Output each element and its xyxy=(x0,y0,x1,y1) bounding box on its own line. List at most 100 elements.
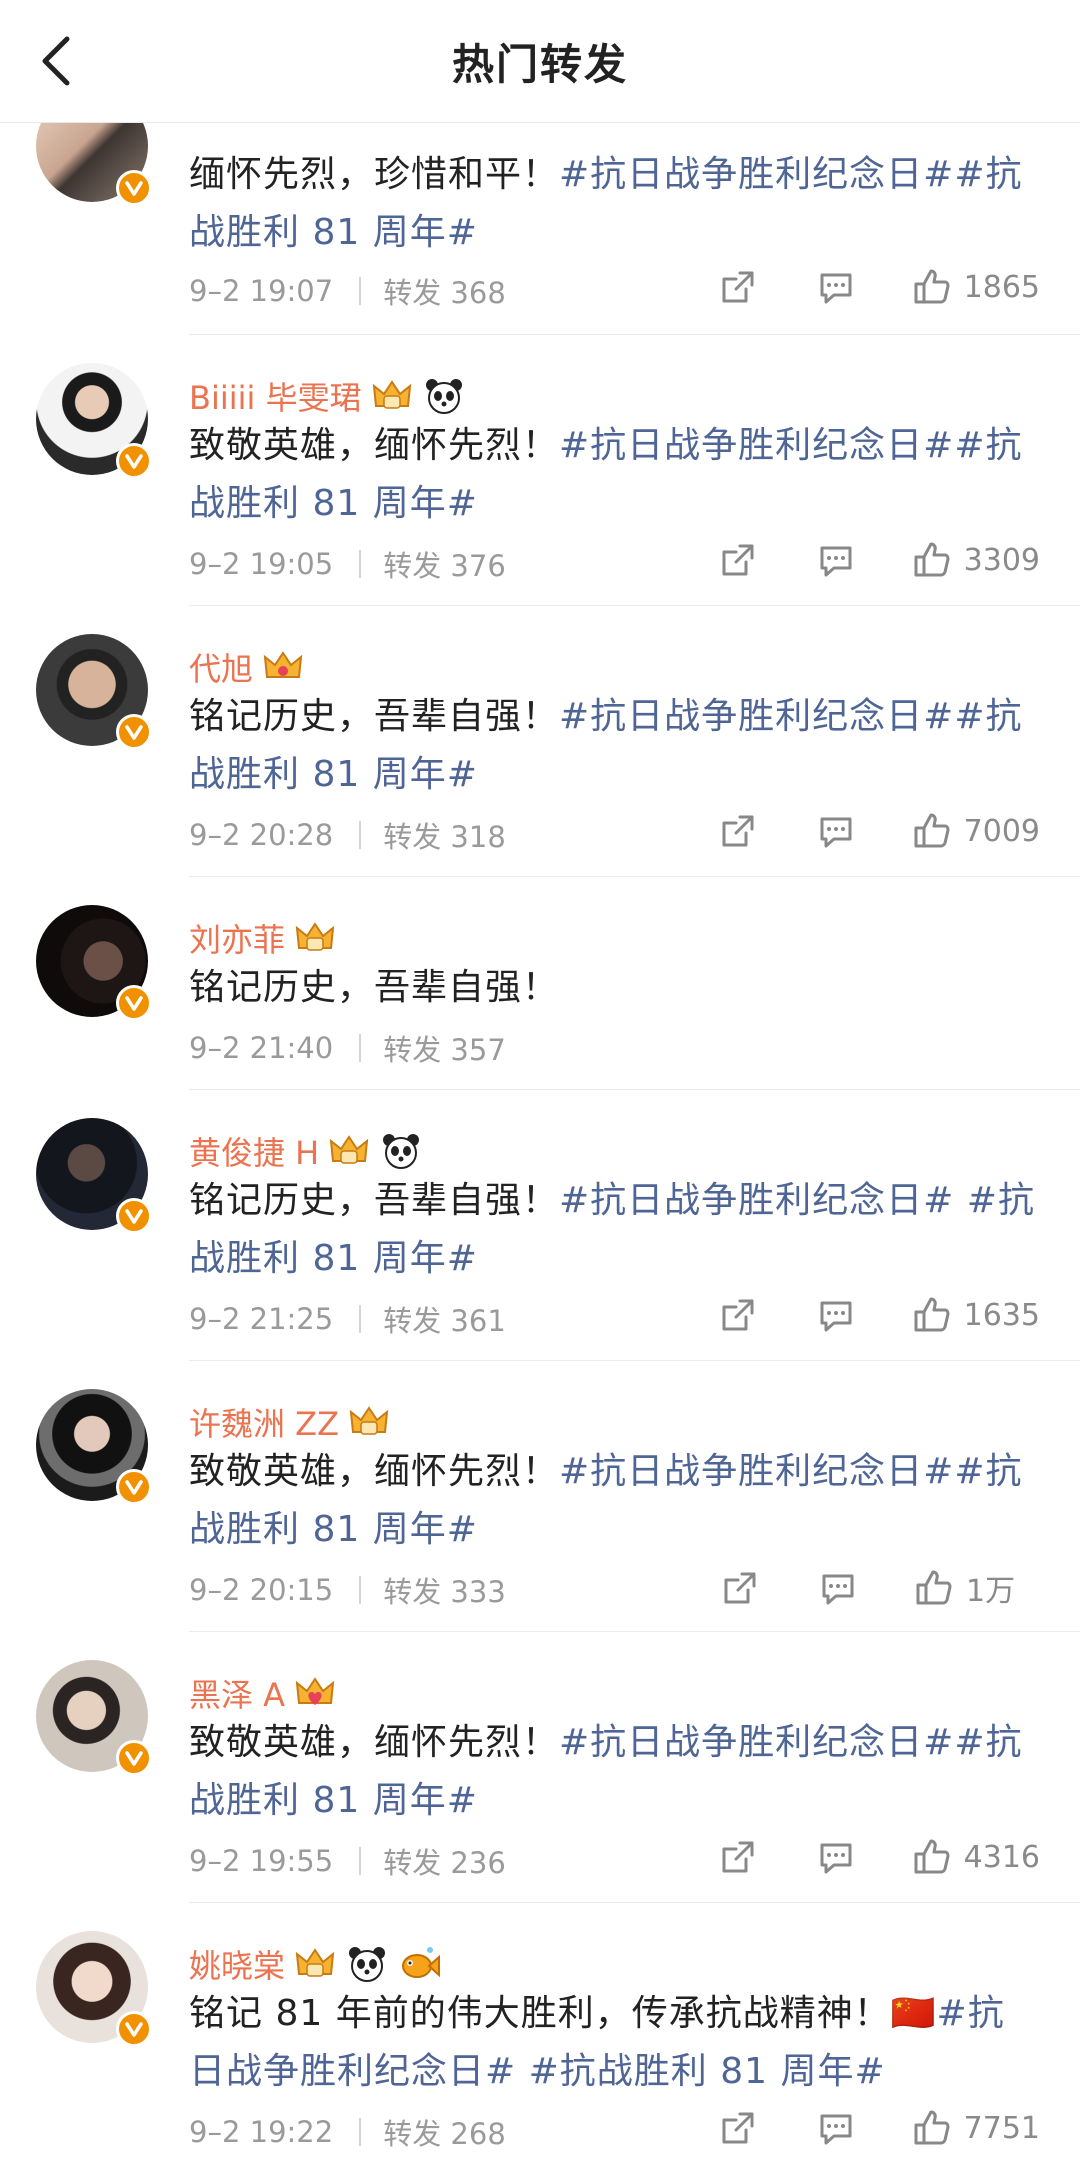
share-button[interactable] xyxy=(718,540,758,580)
comment-button[interactable] xyxy=(816,811,856,851)
post-text: 致敬英雄，缅怀先烈！#抗日战争胜利纪念日##抗战胜利 81 周年# xyxy=(189,425,1023,524)
post-text: 致敬英雄，缅怀先烈！#抗日战争胜利纪念日##抗战胜利 81 周年# xyxy=(189,1451,1023,1550)
like-count: 7751 xyxy=(963,2110,1040,2146)
avatar[interactable] xyxy=(36,1660,152,1776)
post-time: 9–2 19:05 xyxy=(189,547,334,581)
post-time: 9–2 19:07 xyxy=(189,274,334,308)
share-icon xyxy=(722,544,754,576)
list-item: 代旭 铭记历史，吾辈自强！#抗日战争胜利纪念日##抗战胜利 81 周年# 9–2… xyxy=(0,606,1080,877)
post-actions: 3309 xyxy=(718,540,1040,580)
panda-badge-icon xyxy=(383,1134,420,1169)
post-meta: 9–2 19:22 转发 268 xyxy=(189,2111,506,2153)
post-actions: 7751 xyxy=(718,2108,1040,2148)
post-meta: 9–2 21:40 转发 357 xyxy=(189,1027,506,1069)
like-count: 1635 xyxy=(963,1297,1040,1333)
verified-icon xyxy=(116,1198,152,1234)
user-name[interactable]: 黑泽 A xyxy=(189,1670,337,1716)
post-actions: 4316 xyxy=(718,1837,1040,1877)
post-meta: 9–2 19:07 转发 368 xyxy=(189,270,506,312)
list-item: 刘亦菲 铭记历史，吾辈自强！ 9–2 21:40 转发 357 xyxy=(0,877,1080,1090)
share-icon xyxy=(722,1299,754,1331)
like-button[interactable]: 1635 xyxy=(912,1295,1040,1335)
post-actions: 1635 xyxy=(718,1295,1040,1335)
like-button[interactable]: 7009 xyxy=(912,811,1040,851)
user-name[interactable]: 刘亦菲 xyxy=(189,915,337,961)
meta-divider xyxy=(359,550,362,578)
like-count: 7009 xyxy=(963,813,1040,849)
like-button[interactable]: 4316 xyxy=(912,1837,1040,1877)
crown-badge-icon xyxy=(330,1135,369,1164)
verified-icon xyxy=(116,1740,152,1776)
like-button[interactable]: 3309 xyxy=(912,540,1040,580)
share-button[interactable] xyxy=(718,1837,758,1877)
user-name[interactable]: 代旭 xyxy=(189,644,305,690)
post-time: 9–2 19:55 xyxy=(189,1844,334,1878)
thumbs-up-icon xyxy=(916,1570,952,1605)
comment-button[interactable] xyxy=(816,1295,856,1335)
like-button[interactable]: 1865 xyxy=(912,267,1040,307)
verified-icon xyxy=(116,1469,152,1505)
verified-icon xyxy=(116,443,152,479)
comment-button[interactable] xyxy=(816,267,856,307)
share-icon xyxy=(722,815,754,847)
comment-button[interactable] xyxy=(818,1568,858,1608)
comment-icon xyxy=(820,1301,852,1332)
post-text: 铭记历史，吾辈自强！ xyxy=(189,967,560,1008)
user-name[interactable]: Biiiii 毕雯珺 xyxy=(189,373,466,419)
meta-divider xyxy=(359,1034,362,1062)
post-meta: 9–2 21:25 转发 361 xyxy=(189,1298,506,1340)
post-actions: 1万 xyxy=(720,1566,1040,1610)
thumbs-up-icon xyxy=(914,269,950,304)
avatar[interactable] xyxy=(36,634,152,750)
repost-count: 转发 333 xyxy=(383,1575,506,1609)
user-name[interactable]: 许魏洲 ZZ xyxy=(189,1399,391,1445)
like-button[interactable]: 7751 xyxy=(912,2108,1040,2148)
comment-button[interactable] xyxy=(816,540,856,580)
avatar[interactable] xyxy=(36,363,152,479)
panda-badge-icon xyxy=(425,379,462,414)
list-item: 许魏洲 ZZ 致敬英雄，缅怀先烈！#抗日战争胜利纪念日##抗战胜利 81 周年#… xyxy=(0,1361,1080,1632)
avatar[interactable] xyxy=(36,905,152,1021)
list-item: 缅怀先烈，珍惜和平！#抗日战争胜利纪念日##抗战胜利 81 周年# 9–2 19… xyxy=(0,90,1080,335)
repost-count: 转发 361 xyxy=(383,1304,506,1338)
crown-badge-icon xyxy=(349,1406,389,1435)
share-button[interactable] xyxy=(718,267,758,307)
thumbs-up-icon xyxy=(914,1839,950,1874)
repost-count: 转发 318 xyxy=(383,820,506,854)
post-time: 9–2 20:28 xyxy=(189,818,334,852)
verified-icon xyxy=(116,170,152,206)
like-count: 1865 xyxy=(963,269,1040,305)
share-icon xyxy=(722,271,754,303)
list-item: Biiiii 毕雯珺 致敬英雄，缅怀先烈！#抗日战争胜利纪念日##抗战胜利 81… xyxy=(0,335,1080,606)
avatar[interactable] xyxy=(36,1931,152,2047)
page-title: 热门转发 xyxy=(451,39,628,89)
share-button[interactable] xyxy=(718,811,758,851)
comment-icon xyxy=(820,546,852,577)
avatar[interactable] xyxy=(36,1389,152,1505)
list-item: 黄俊捷 H 铭记历史，吾辈自强！#抗日战争胜利纪念日# #抗战胜利 81 周年#… xyxy=(0,1090,1080,1361)
panda-badge-icon xyxy=(349,1947,386,1982)
crown-badge-icon xyxy=(295,922,335,951)
user-name[interactable]: 姚晓棠 xyxy=(189,1941,441,1987)
verified-icon xyxy=(116,2011,152,2047)
comment-button[interactable] xyxy=(816,2108,856,2148)
repost-count: 转发 368 xyxy=(383,276,506,310)
verified-icon xyxy=(116,985,152,1021)
back-button[interactable] xyxy=(22,26,92,96)
post-meta: 9–2 20:15 转发 333 xyxy=(189,1569,506,1611)
avatar[interactable] xyxy=(36,1118,152,1234)
share-button[interactable] xyxy=(718,1295,758,1335)
comment-button[interactable] xyxy=(816,1837,856,1877)
fish-badge-icon xyxy=(402,1947,441,1978)
meta-divider xyxy=(359,821,362,849)
share-button[interactable] xyxy=(720,1568,760,1608)
share-button[interactable] xyxy=(718,2108,758,2148)
post-meta: 9–2 19:05 转发 376 xyxy=(189,543,506,585)
crown-badge-icon xyxy=(372,380,411,409)
thumbs-up-icon xyxy=(914,1297,950,1332)
repost-count: 转发 357 xyxy=(383,1033,506,1067)
user-name[interactable]: 黄俊捷 H xyxy=(189,1128,423,1174)
like-count: 1万 xyxy=(966,1574,1016,1609)
like-button[interactable]: 1万 xyxy=(914,1566,1040,1610)
list-item: 姚晓棠 铭记 81 年前的伟大胜利，传承抗战精神！🇨🇳#抗日战争胜利纪念日# #… xyxy=(0,1903,1080,2166)
